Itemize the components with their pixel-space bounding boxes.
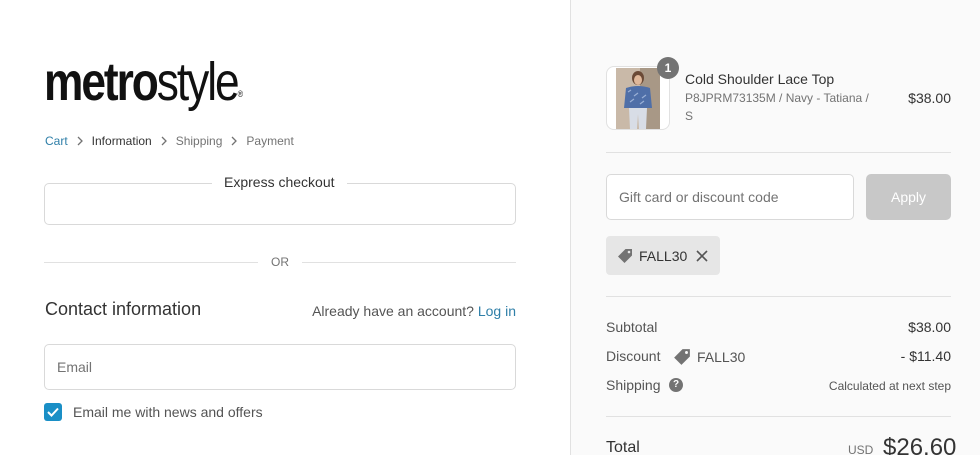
tag-icon: [617, 248, 633, 264]
discount-label: Discount: [606, 348, 661, 364]
express-checkout-title: Express checkout: [212, 174, 347, 190]
breadcrumb: Cart Information Shipping Payment: [45, 134, 294, 148]
or-divider: OR: [44, 255, 516, 271]
tag-icon: [673, 348, 691, 366]
applied-code-label: FALL30: [639, 247, 688, 264]
contact-information-heading: Contact information: [45, 299, 202, 319]
section-divider: [606, 296, 951, 297]
total-label: Total: [606, 439, 640, 455]
divider-line: [44, 262, 258, 263]
divider-line: [302, 262, 516, 263]
breadcrumb-cart[interactable]: Cart: [45, 134, 68, 148]
total-currency: USD: [848, 443, 874, 455]
discount-code-label: FALL30: [697, 349, 746, 365]
chevron-right-icon: [161, 136, 167, 146]
checkmark-icon: [47, 407, 59, 417]
discount-value: - $11.40: [900, 348, 951, 364]
product-price: $38.00: [908, 90, 951, 106]
brand-logo-registered: ®: [237, 89, 244, 99]
account-prompt-text: Already have an account?: [312, 303, 474, 319]
applied-discount-chip: FALL30: [606, 236, 720, 275]
section-divider: [606, 152, 951, 153]
product-name: Cold Shoulder Lace Top: [685, 71, 835, 87]
subtotal-value: $38.00: [908, 319, 951, 335]
close-icon[interactable]: [696, 249, 708, 262]
subtotal-label: Subtotal: [606, 319, 658, 335]
chevron-right-icon: [77, 136, 83, 146]
product-image: [616, 68, 660, 129]
account-prompt: Already have an account? Log in: [312, 303, 516, 319]
newsletter-checkbox-row[interactable]: Email me with news and offers: [44, 403, 263, 421]
shipping-label: Shipping: [606, 377, 661, 393]
brand-logo[interactable]: metrostyle®: [44, 52, 243, 112]
newsletter-checkbox[interactable]: [44, 403, 62, 421]
login-link[interactable]: Log in: [478, 303, 516, 319]
brand-logo-light: style: [156, 52, 240, 112]
newsletter-label: Email me with news and offers: [73, 404, 263, 420]
section-divider: [606, 416, 951, 417]
email-field[interactable]: [44, 344, 516, 390]
or-label: OR: [271, 255, 289, 269]
chevron-right-icon: [231, 136, 238, 146]
breadcrumb-information: Information: [91, 134, 152, 148]
checkout-main: metrostyle® Cart Information Shipping Pa…: [0, 0, 570, 455]
shipping-value: Calculated at next step: [828, 379, 951, 393]
total-value: $26.60: [883, 434, 957, 455]
breadcrumb-shipping: Shipping: [175, 134, 223, 148]
brand-logo-bold: metro: [44, 52, 159, 112]
product-variant: P8JPRM73135M / Navy - Tatiana / S: [685, 91, 869, 123]
apply-discount-button[interactable]: Apply: [866, 174, 951, 220]
breadcrumb-payment: Payment: [246, 134, 294, 148]
quantity-badge: 1: [657, 57, 679, 79]
discount-code-input[interactable]: [606, 174, 854, 220]
discount-code-tag: FALL30: [673, 348, 745, 366]
question-circle-icon[interactable]: ?: [669, 378, 683, 392]
